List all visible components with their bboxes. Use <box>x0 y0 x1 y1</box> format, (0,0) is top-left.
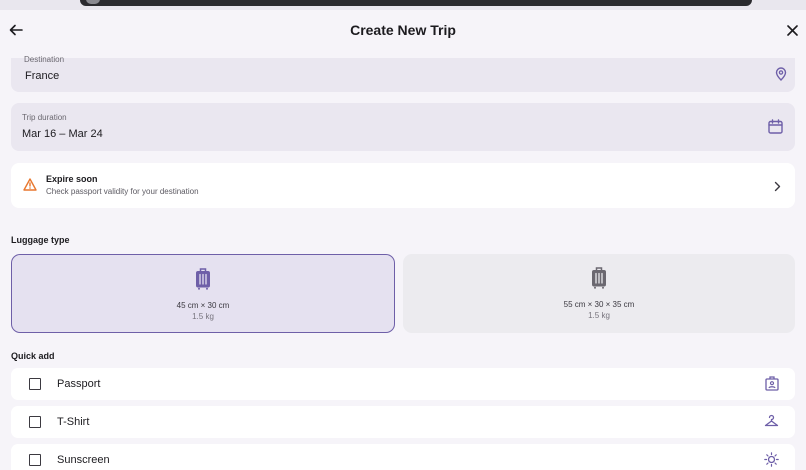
warning-icon-wrap <box>23 178 37 196</box>
luggage-option-large[interactable]: 55 cm × 30 × 35 cm 1.5 kg <box>403 254 795 333</box>
quick-add-section-label: Quick add <box>11 351 55 361</box>
quick-add-item-passport[interactable]: Passport <box>11 368 795 400</box>
passport-expiry-alert[interactable]: Expire soon Check passport validity for … <box>11 163 795 208</box>
calendar-icon <box>768 119 783 134</box>
luggage-weight: 1.5 kg <box>588 311 610 320</box>
quick-add-item-label: Passport <box>57 378 101 390</box>
suitcase-icon-wrap <box>403 267 795 289</box>
luggage-section-label: Luggage type <box>11 235 70 245</box>
id-badge-icon <box>765 376 779 391</box>
location-pin-button[interactable] <box>775 67 787 86</box>
suitcase-icon <box>196 268 210 290</box>
luggage-dimensions: 55 cm × 30 × 35 cm <box>563 300 635 309</box>
destination-field[interactable]: Destination France <box>11 55 795 92</box>
quick-add-item-label: T-Shirt <box>57 416 90 428</box>
trip-duration-label: Trip duration <box>22 113 67 122</box>
sun-icon <box>764 452 779 467</box>
quick-add-item-tshirt[interactable]: T-Shirt <box>11 406 795 438</box>
app-bar: Create New Trip <box>0 10 806 50</box>
id-badge-icon-wrap <box>765 376 779 396</box>
quick-add-item-sunscreen[interactable]: Sunscreen <box>11 444 795 470</box>
trip-duration-value: Mar 16 – Mar 24 <box>22 128 103 140</box>
checkbox[interactable] <box>29 454 41 466</box>
location-pin-icon <box>775 67 787 81</box>
luggage-option-small[interactable]: 45 cm × 30 cm 1.5 kg <box>11 254 395 333</box>
chevron-right-icon-wrap <box>774 179 781 197</box>
hanger-icon <box>764 414 779 427</box>
trip-duration-field[interactable]: Trip duration Mar 16 – Mar 24 <box>11 103 795 151</box>
alert-title: Expire soon <box>46 174 98 184</box>
destination-label: Destination <box>24 55 65 64</box>
close-button[interactable] <box>778 16 806 44</box>
checkbox[interactable] <box>29 378 41 390</box>
close-icon <box>786 24 798 36</box>
alert-subtitle: Check passport validity for your destina… <box>46 187 199 196</box>
luggage-weight: 1.5 kg <box>192 312 214 321</box>
status-pill <box>80 0 752 6</box>
warning-icon <box>23 178 37 191</box>
sun-icon-wrap <box>764 452 779 470</box>
top-strip <box>0 0 806 10</box>
hanger-icon-wrap <box>764 414 779 432</box>
suitcase-icon <box>592 267 606 289</box>
chevron-right-icon <box>774 181 781 192</box>
destination-value: France <box>25 70 60 82</box>
suitcase-icon-wrap <box>12 268 394 290</box>
calendar-button[interactable] <box>768 119 783 139</box>
luggage-dimensions: 45 cm × 30 cm <box>176 301 230 310</box>
quick-add-item-label: Sunscreen <box>57 454 110 466</box>
page-title: Create New Trip <box>350 22 456 38</box>
checkbox[interactable] <box>29 416 41 428</box>
